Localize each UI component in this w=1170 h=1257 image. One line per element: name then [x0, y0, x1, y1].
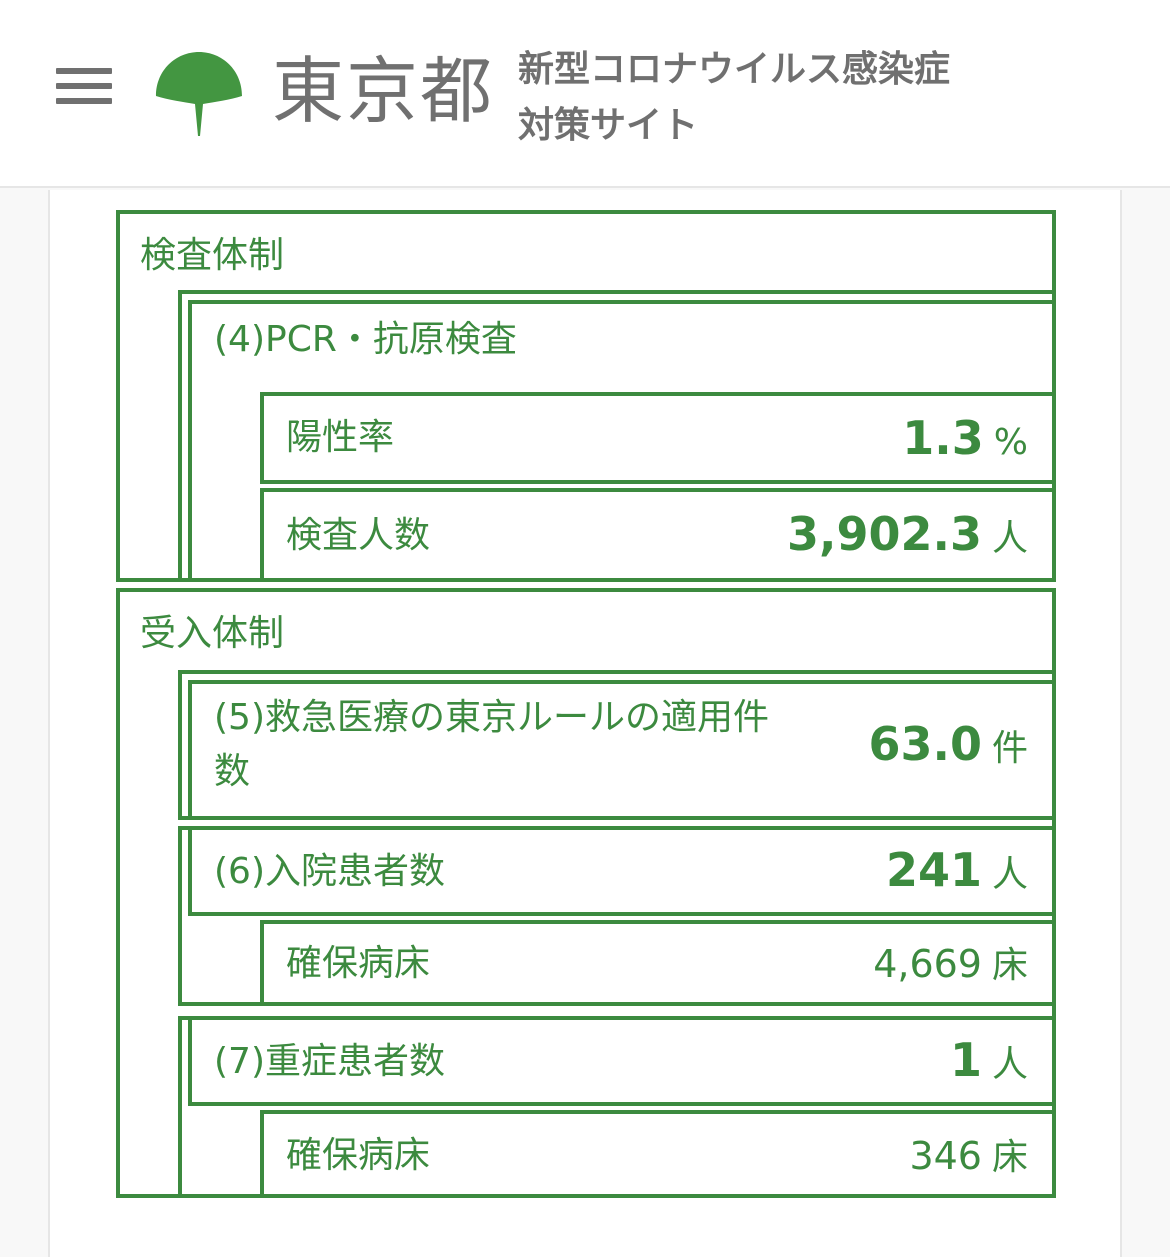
emergency-label-line1: (5)救急医療の東京ルールの適用件 [214, 697, 769, 738]
emergency-number: 63.0 [868, 717, 982, 771]
menu-bar [56, 98, 112, 104]
hospitalized-beds-unit: 床 [991, 945, 1028, 986]
logo-text[interactable]: 東京都 [272, 46, 494, 136]
hospitalized-value: 241 人 [886, 846, 1028, 899]
site-title-line2: 対策サイト [518, 105, 699, 146]
tested-count-value: 3,902.3 人 [787, 510, 1028, 563]
site-title[interactable]: 新型コロナウイルス感染症 対策サイト [518, 42, 978, 154]
severe-beds-unit: 床 [991, 1137, 1028, 1178]
positive-rate-number: 1.3 [902, 411, 984, 465]
severe-beds-value: 346 床 [909, 1132, 1028, 1182]
monitoring-card: 検査体制 (4)PCR・抗原検査 陽性率 1.3% 検査人数 3,902.3 人 … [48, 190, 1122, 1257]
positive-rate-row: 陽性率 1.3% [260, 392, 1056, 484]
menu-bar [56, 83, 112, 89]
positive-rate-value: 1.3% [902, 414, 1028, 467]
hospitalized-beds-row: 確保病床 4,669 床 [260, 920, 1056, 1006]
pcr-label: (4)PCR・抗原検査 [214, 319, 517, 360]
menu-bar [56, 68, 112, 74]
reception-section-label: 受入体制 [140, 613, 285, 654]
hamburger-menu-icon[interactable] [56, 66, 112, 106]
severe-beds-number: 346 [909, 1134, 982, 1178]
severe-header: (7)重症患者数 1人 [188, 1016, 1056, 1106]
emergency-value: 63.0 件 [868, 720, 1028, 773]
severe-unit: 人 [991, 1044, 1028, 1085]
site-title-line1: 新型コロナウイルス感染症 [518, 49, 951, 90]
positive-rate-label: 陽性率 [286, 417, 395, 458]
hospitalized-beds-number: 4,669 [873, 942, 982, 986]
severe-number: 1 [949, 1033, 982, 1087]
hospitalized-unit: 人 [991, 854, 1028, 895]
testing-section-header: 検査体制 [116, 210, 1056, 296]
hospitalized-label: (6)入院患者数 [214, 851, 445, 892]
severe-beds-row: 確保病床 346 床 [260, 1110, 1056, 1198]
tested-count-unit: 人 [991, 518, 1028, 559]
tested-count-label: 検査人数 [286, 515, 431, 556]
reception-section-header: 受入体制 [116, 588, 1056, 676]
site-header: 東京都 新型コロナウイルス感染症 対策サイト [0, 0, 1170, 188]
emergency-unit: 件 [991, 728, 1028, 769]
tokyo-ginkgo-logo-icon[interactable] [154, 50, 244, 138]
positive-rate-unit: % [993, 422, 1028, 463]
severe-value: 1人 [950, 1036, 1028, 1089]
hospitalized-number: 241 [885, 843, 982, 897]
severe-beds-label: 確保病床 [286, 1135, 431, 1176]
hospitalized-beds-label: 確保病床 [286, 943, 431, 984]
hospitalized-header: (6)入院患者数 241 人 [188, 826, 1056, 916]
emergency-inner: (5)救急医療の東京ルールの適用件 数 63.0 件 [188, 680, 1056, 820]
testing-section-label: 検査体制 [140, 235, 285, 276]
pcr-header: (4)PCR・抗原検査 [188, 300, 1056, 382]
severe-label: (7)重症患者数 [214, 1041, 445, 1082]
tested-count-row: 検査人数 3,902.3 人 [260, 488, 1056, 582]
emergency-label-line2: 数 [214, 751, 251, 792]
hospitalized-beds-value: 4,669 床 [873, 940, 1028, 990]
tested-count-number: 3,902.3 [787, 507, 982, 561]
